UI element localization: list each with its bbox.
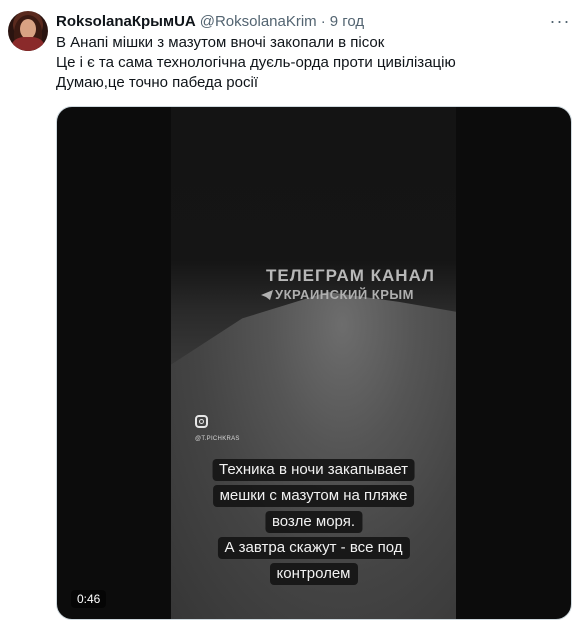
telegram-icon <box>261 289 273 300</box>
tweet-text-line: Це і є та сама технологічна дуєль-орда п… <box>56 54 456 71</box>
caption-line: Техника в ночи закапывает <box>212 459 415 481</box>
video-duration: 0:46 <box>71 590 107 608</box>
watermark-title: ТЕЛЕГРАМ КАНАЛ <box>266 266 435 285</box>
tweet-text-line: Думаю,це точно пабеда росії <box>56 74 258 91</box>
tweet-text-line: В Анапі мішки з мазутом вночі закопали в… <box>56 34 385 51</box>
avatar[interactable] <box>8 11 48 51</box>
user-handle[interactable]: @RoksolanaKrim <box>200 13 317 30</box>
instagram-icon <box>195 415 208 428</box>
tweet[interactable]: RoksolanaКрымUA @RoksolanaKrim · 9 год ·… <box>0 0 588 636</box>
tweet-text: В Анапі мішки з мазутом вночі закопали в… <box>56 33 456 93</box>
watermark-channel: УКРАИНСКИЙ КРЫМ <box>275 287 414 302</box>
display-name[interactable]: RoksolanaКрымUA <box>56 13 196 30</box>
caption-line: А завтра скажут - все под <box>217 537 410 559</box>
video-player[interactable]: ТЕЛЕГРАМ КАНАЛ УКРАИНСКИЙ КРЫМ @T.PICHKR… <box>56 106 572 620</box>
more-options-button[interactable]: ··· <box>545 6 575 36</box>
caption-line: контролем <box>269 563 358 585</box>
caption-line: мешки с мазутом на пляже <box>212 485 415 507</box>
watermark-subtitle: УКРАИНСКИЙ КРЫМ <box>261 287 414 302</box>
caption-line: возле моря. <box>264 511 363 533</box>
separator-dot: · <box>320 12 326 30</box>
video-frame: ТЕЛЕГРАМ КАНАЛ УКРАИНСКИЙ КРЫМ @T.PICHKR… <box>171 107 456 619</box>
tweet-header: RoksolanaКрымUA @RoksolanaKrim · 9 год <box>56 11 364 31</box>
ellipsis-icon: ··· <box>549 10 571 31</box>
instagram-handle: @T.PICHKRAS <box>195 436 240 442</box>
timestamp[interactable]: 9 год <box>330 13 364 30</box>
